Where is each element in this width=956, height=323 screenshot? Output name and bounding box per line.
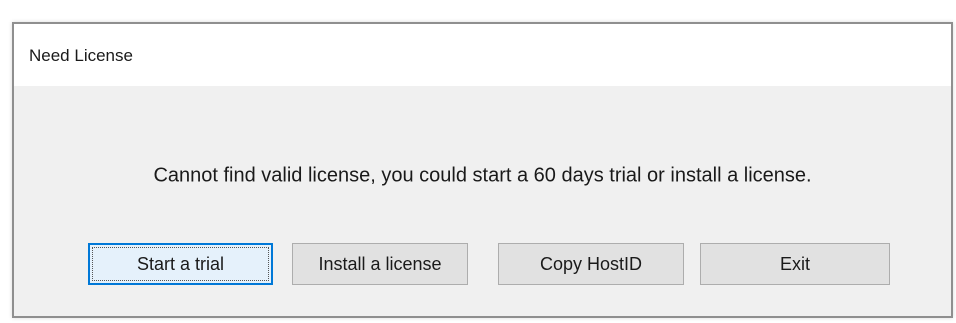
screen: Need License Cannot find valid license, … bbox=[0, 0, 956, 323]
exit-button[interactable]: Exit bbox=[700, 243, 890, 285]
dialog-title: Need License bbox=[29, 46, 133, 65]
license-message: Cannot find valid license, you could sta… bbox=[153, 164, 812, 187]
install-license-button[interactable]: Install a license bbox=[292, 243, 468, 285]
copy-hostid-button[interactable]: Copy HostID bbox=[498, 243, 684, 285]
need-license-dialog: Need License Cannot find valid license, … bbox=[12, 22, 953, 318]
dialog-titlebar[interactable]: Need License bbox=[14, 24, 951, 86]
start-trial-button[interactable]: Start a trial bbox=[88, 243, 273, 285]
